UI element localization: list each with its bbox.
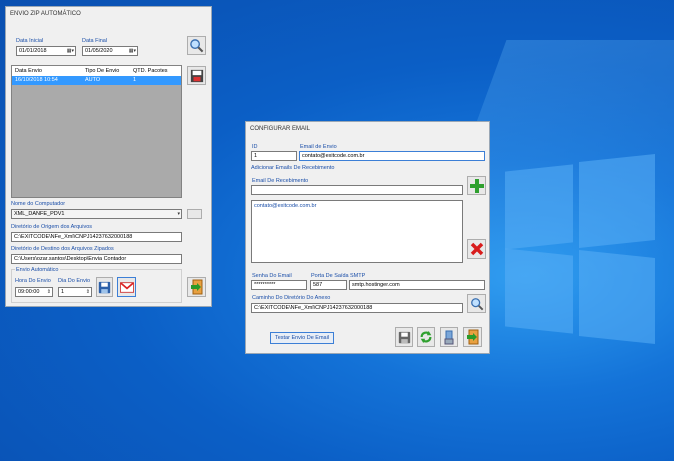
refresh-button[interactable] xyxy=(417,327,435,347)
id-input[interactable]: 1 xyxy=(251,151,297,161)
destino-label: Diretório de Destino dos Arquivos Zipado… xyxy=(11,246,114,252)
column-header[interactable]: Tipo De Envio xyxy=(82,66,130,76)
senha-value: ********** xyxy=(254,282,276,288)
table-row[interactable]: 16/10/2018 10:54 AUTO 1 xyxy=(12,76,181,85)
porta-label: Porta De Saída xyxy=(311,273,349,279)
windows-logo-wallpaper xyxy=(505,150,655,344)
gmail-button[interactable] xyxy=(117,277,136,297)
computer-action-button[interactable] xyxy=(187,209,202,219)
envios-table[interactable]: Data Envio Tipo De Envio QTD. Pacotes 16… xyxy=(11,65,182,198)
data-final-picker[interactable]: 01/05/2020 ▦▾ xyxy=(82,46,138,56)
browse-anexo-button[interactable] xyxy=(467,294,486,313)
smtp-value: smtp.hostinger.com xyxy=(352,282,400,288)
table-cell: AUTO xyxy=(85,77,101,83)
porta-value: 587 xyxy=(313,282,323,288)
spinner-icon[interactable]: ⇕ xyxy=(86,288,90,296)
smtp-input[interactable]: smtp.hostinger.com xyxy=(349,280,485,290)
add-email-button[interactable] xyxy=(467,176,486,195)
testar-envio-label: Testar Envio De Email xyxy=(274,335,330,341)
config-email-title: CONFIGURAR EMAIL xyxy=(250,126,311,132)
clear-button[interactable] xyxy=(440,327,458,347)
hora-envio-input[interactable]: 09:00:00 ⇕ xyxy=(15,287,53,297)
data-final-value: 01/05/2020 xyxy=(85,48,113,54)
delete-x-icon xyxy=(470,242,483,256)
caminho-anexo-input[interactable]: C:\EXITCODE\NFe_Xml\CNPJ14237632000188 xyxy=(251,303,463,313)
column-header[interactable]: QTD. Pacotes xyxy=(130,66,174,76)
emails-recebimento-list[interactable]: contato@exitcode.com.br xyxy=(251,200,463,263)
id-label: ID xyxy=(252,144,258,150)
adicionar-emails-label: Adicionar Emails De Recebimento xyxy=(251,165,335,171)
exit-door-icon xyxy=(466,329,478,345)
calendar-dropdown-icon[interactable]: ▦▾ xyxy=(67,47,74,55)
destino-input[interactable]: C:\Users\ozar.santos\Desktop\Envia Conta… xyxy=(11,254,182,264)
origem-label: Diretório de Origem dos Arquivos xyxy=(11,224,93,230)
hora-envio-label: Hora Do Envio xyxy=(15,278,51,284)
porta-input[interactable]: 587 xyxy=(310,280,347,290)
broom-icon xyxy=(444,330,454,344)
exit-config-button[interactable] xyxy=(463,327,482,347)
config-email-window: CONFIGURAR EMAIL ID 1 Email de Envio con… xyxy=(245,121,490,354)
chevron-down-icon[interactable]: ▾ xyxy=(177,210,180,218)
senha-input[interactable]: ********** xyxy=(251,280,307,290)
refresh-icon xyxy=(420,330,432,344)
data-final-label: Data Final xyxy=(82,38,108,44)
origem-input[interactable]: C:\EXITCODE\NFe_Xml\CNPJ14237632000188 xyxy=(11,232,182,242)
calendar-dropdown-icon[interactable]: ▦▾ xyxy=(129,47,136,55)
table-cell: 1 xyxy=(133,77,137,83)
spinner-icon[interactable]: ⇕ xyxy=(47,288,51,296)
plus-icon xyxy=(469,178,484,193)
nome-computador-value: XML_DANFE_PDV1 xyxy=(14,211,65,217)
column-header[interactable]: Data Envio xyxy=(12,66,82,76)
destino-value: C:\Users\ozar.santos\Desktop\Envia Conta… xyxy=(14,256,127,262)
data-inicial-value: 01/01/2018 xyxy=(19,48,47,54)
email-envio-input[interactable]: contato@exitcode.com.br xyxy=(299,151,485,161)
senha-label: Senha Do Email xyxy=(252,273,292,279)
email-recebimento-label: Email De Recebimento xyxy=(252,178,309,184)
caminho-anexo-value: C:\EXITCODE\NFe_Xml\CNPJ14237632000188 xyxy=(254,305,373,311)
save-schedule-button[interactable] xyxy=(96,277,113,297)
envio-automatico-label: Envio Automático xyxy=(15,267,60,273)
email-recebimento-input[interactable] xyxy=(251,185,463,195)
id-value: 1 xyxy=(254,153,258,159)
envio-zip-title: ENVIO ZIP AUTOMÁTICO xyxy=(10,11,81,17)
table-cell: 16/10/2018 10:54 xyxy=(15,77,58,83)
envio-zip-window: ENVIO ZIP AUTOMÁTICO Data Inicial 01/01/… xyxy=(5,6,212,307)
nome-computador-label: Nome do Computador xyxy=(11,201,66,207)
data-inicial-picker[interactable]: 01/01/2018 ▦▾ xyxy=(16,46,76,56)
delete-email-button[interactable] xyxy=(467,239,486,259)
nome-computador-select[interactable]: XML_DANFE_PDV1 ▾ xyxy=(11,209,182,219)
hora-envio-value: 09:00:00 xyxy=(18,289,40,295)
save-report-button[interactable] xyxy=(187,66,206,85)
exit-button[interactable] xyxy=(187,277,206,297)
search-button[interactable] xyxy=(187,36,206,55)
exit-door-icon xyxy=(190,279,202,295)
dia-envio-label: Dia Do Envio xyxy=(58,278,91,284)
dia-envio-value: 1 xyxy=(61,289,65,295)
magnifier-icon xyxy=(470,297,483,310)
list-item[interactable]: contato@exitcode.com.br xyxy=(254,203,460,209)
floppy-disk-icon xyxy=(398,331,410,343)
disk-image-icon xyxy=(190,69,203,82)
origem-value: C:\EXITCODE\NFe_Xml\CNPJ14237632000188 xyxy=(14,234,133,240)
email-envio-value: contato@exitcode.com.br xyxy=(302,153,365,159)
floppy-disk-icon xyxy=(98,281,111,293)
data-inicial-label: Data Inicial xyxy=(16,38,44,44)
save-config-button[interactable] xyxy=(395,327,413,347)
email-envio-label: Email de Envio xyxy=(300,144,337,150)
table-header: Data Envio Tipo De Envio QTD. Pacotes xyxy=(12,66,181,76)
smtp-label: SMTP xyxy=(350,273,366,279)
testar-envio-button[interactable]: Testar Envio De Email xyxy=(270,332,334,344)
dia-envio-input[interactable]: 1 ⇕ xyxy=(58,287,92,297)
gmail-icon xyxy=(119,281,134,293)
caminho-anexo-label: Caminho Do Diretório Do Anexo xyxy=(252,295,331,301)
magnifier-icon xyxy=(190,39,204,53)
